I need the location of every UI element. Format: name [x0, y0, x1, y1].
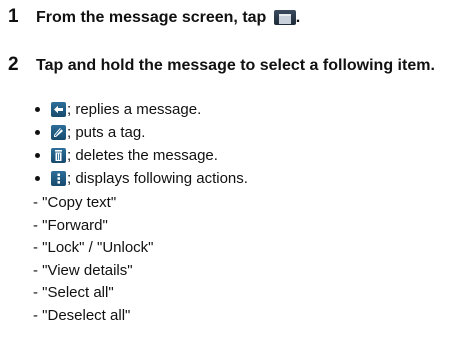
action-item: - "Forward" — [33, 216, 108, 234]
list-item: ; puts a tag. — [33, 121, 248, 144]
bullet-dot — [35, 153, 40, 158]
step-text: From the message screen, tap . — [36, 7, 300, 28]
bullet-dot — [35, 107, 40, 112]
trash-icon — [51, 148, 66, 163]
step-text-after: . — [295, 9, 301, 26]
folder-icon — [273, 10, 296, 25]
step-number: 2 — [8, 54, 19, 75]
list-item-text: ; replies a message. — [67, 101, 202, 118]
bullet-dot — [35, 130, 40, 135]
action-item: - "Select all" — [33, 284, 114, 301]
option-list: ; replies a message. ; puts a tag. ; del… — [33, 98, 248, 190]
instruction-page: 1 From the message screen, tap . 2 Tap a… — [0, 0, 454, 352]
list-item: ; deletes the message. — [33, 144, 248, 167]
action-item: - "View details" — [33, 261, 133, 279]
list-item-text: ; deletes the message. — [67, 147, 218, 164]
step-text-before: From the message screen, tap — [36, 9, 271, 26]
list-item-text: ; puts a tag. — [67, 124, 146, 141]
list-item-text: ; displays following actions. — [67, 170, 248, 187]
action-list: - "Copy text" - "Forward" - "Lock" / "Un… — [33, 191, 154, 326]
bullet-dot — [35, 176, 40, 181]
tag-icon — [51, 125, 66, 140]
step-number: 1 — [8, 6, 19, 27]
more-actions-icon — [51, 171, 66, 186]
step-text: Tap and hold the message to select a fol… — [36, 57, 435, 74]
reply-icon — [51, 102, 66, 117]
action-item: - "Deselect all" — [33, 306, 131, 324]
action-item: - "Copy text" — [33, 194, 117, 211]
action-item: - "Lock" / "Unlock" — [33, 239, 154, 256]
list-item: ; replies a message. — [33, 98, 248, 121]
list-item: ; displays following actions. — [33, 167, 248, 190]
